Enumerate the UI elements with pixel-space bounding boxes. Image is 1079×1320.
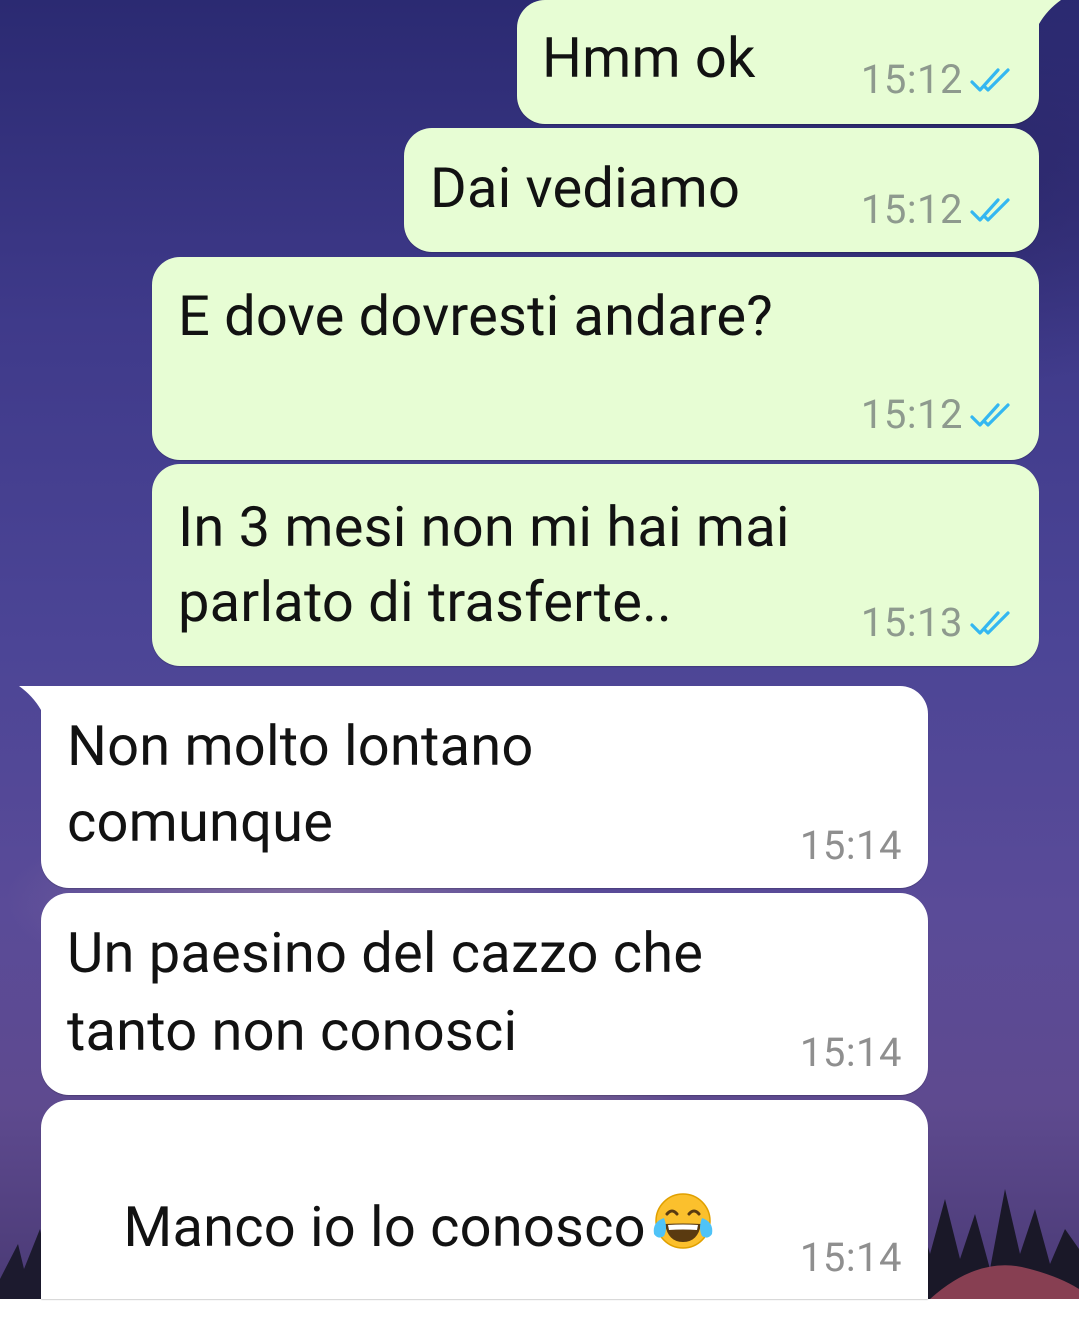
incoming-message-bubble[interactable]: Non molto lontano comunque 15:14	[19, 686, 928, 888]
message-time: 15:14	[799, 822, 902, 869]
message-text: Hmm ok	[542, 25, 756, 91]
bubble-tail	[19, 686, 59, 710]
outgoing-message-bubble[interactable]: Hmm ok 15:12	[517, 0, 1061, 124]
message-meta: 15:13	[861, 601, 1015, 645]
message-time: 15:12	[860, 391, 963, 438]
message-time: 15:13	[860, 599, 963, 646]
message-text-content: Manco io lo conosco	[123, 1194, 646, 1260]
outgoing-message-bubble[interactable]: In 3 mesi non mi hai mai parlato di tras…	[152, 464, 1039, 666]
double-check-icon	[970, 198, 1010, 222]
bubble-tail	[1021, 0, 1061, 24]
message-time: 15:12	[860, 186, 963, 233]
double-check-icon	[970, 403, 1010, 427]
message-time: 15:12	[860, 56, 963, 103]
message-text-line-2: tanto non conosci	[67, 998, 518, 1064]
message-text-line-2: parlato di trasferte..	[178, 569, 673, 635]
message-text: Manco io lo conosco	[67, 1130, 716, 1317]
message-text-line-2: comunque	[67, 789, 334, 855]
message-meta: 15:12	[861, 58, 1015, 102]
message-text: Dai vediamo	[430, 155, 741, 221]
message-text-line-1: In 3 mesi non mi hai mai	[178, 494, 790, 560]
message-text: E dove dovresti andare?	[178, 283, 773, 349]
outgoing-message-bubble[interactable]: E dove dovresti andare? 15:12	[152, 257, 1039, 460]
double-check-icon	[970, 611, 1010, 635]
message-text-line-1: Non molto lontano	[67, 713, 534, 779]
message-meta: 15:14	[800, 824, 902, 868]
message-meta: 15:14	[800, 1236, 902, 1280]
outgoing-message-bubble[interactable]: Dai vediamo 15:12	[404, 128, 1039, 252]
face-with-tears-of-joy-emoji	[653, 1193, 713, 1249]
double-check-icon	[970, 68, 1010, 92]
message-meta: 15:12	[861, 393, 1015, 437]
message-meta: 15:12	[861, 188, 1015, 232]
message-time: 15:14	[799, 1029, 902, 1076]
incoming-message-bubble[interactable]: Un paesino del cazzo che tanto non conos…	[41, 893, 928, 1095]
message-time: 15:14	[799, 1234, 902, 1281]
incoming-message-bubble[interactable]: Manco io lo conosco 15:14	[41, 1100, 928, 1299]
message-text-line-1: Un paesino del cazzo che	[67, 920, 704, 986]
message-meta: 15:14	[800, 1031, 902, 1075]
